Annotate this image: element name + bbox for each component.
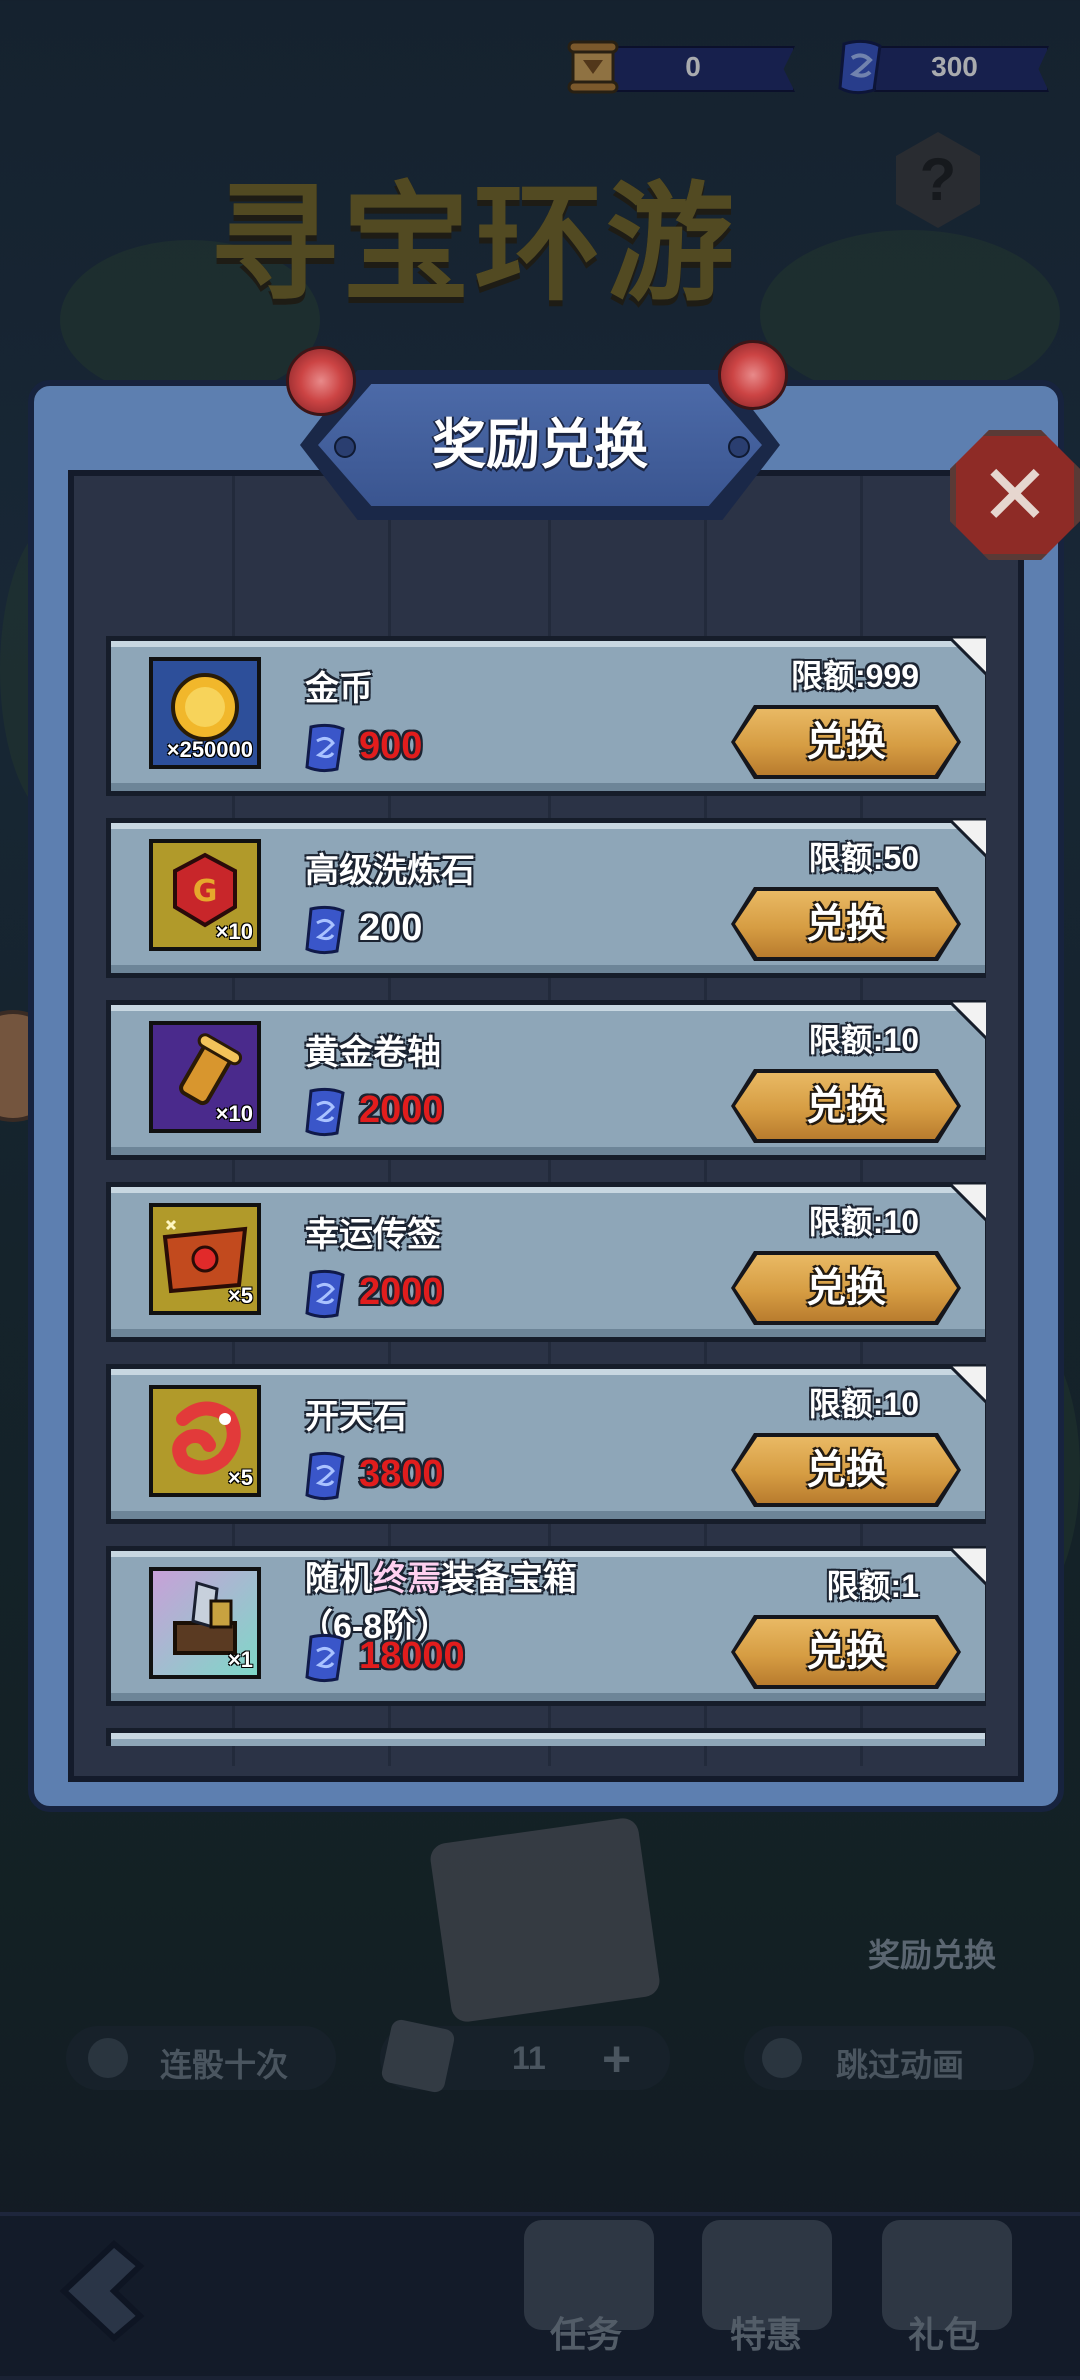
corner-flag-icon [949,1183,986,1223]
exchange-button-label: 兑换 [806,720,886,764]
blue-scroll-icon [305,1633,345,1683]
row-shadow [111,1329,985,1337]
exchange-row: ×1 随机终焉装备宝箱 （6-8阶） 18000 限额:1 兑换 [106,1546,986,1706]
exchange-button-label: 兑换 [806,1448,886,1492]
blue-scroll-icon [305,1269,345,1319]
corner-flag-icon [949,819,986,859]
rose-decoration-icon [718,340,788,410]
row-shadow [111,1147,985,1155]
item-name: 随机终焉装备宝箱 [305,1551,577,1600]
exchange-row: ×5 幸运传签 2000 限额:10 兑换 [106,1182,986,1342]
item-price: 900 [359,725,423,767]
exchange-button[interactable]: 兑换 [731,1433,961,1507]
blue-scroll-icon [305,1087,345,1137]
exchange-button-label: 兑换 [806,1084,886,1128]
corner-flag-icon [949,1365,986,1405]
item-price: 18000 [359,1635,465,1677]
item-icon-frame[interactable]: ×250000 [149,657,261,769]
item-limit: 限额:10 [808,1022,919,1058]
item-name: 开天石 [305,1398,407,1436]
item-name: 幸运传签 [305,1216,441,1254]
exchange-button-label: 兑换 [806,1266,886,1310]
row-highlight [111,641,985,647]
row-shadow [111,783,985,791]
row-shadow [111,965,985,973]
row-highlight [111,1733,985,1739]
exchange-list[interactable]: ×250000 金币 900 限额:999 兑换 G ×10 高级洗炼石 200… [106,636,986,1746]
row-highlight [111,1369,985,1375]
item-icon-frame[interactable]: ×1 [149,1567,261,1679]
item-count: ×5 [227,1283,253,1308]
exchange-button[interactable]: 兑换 [731,887,961,961]
item-name-highlight: 终焉 [373,1560,441,1598]
row-shadow [111,1511,985,1519]
blue-scroll-icon [305,723,345,773]
close-icon[interactable]: ✕ [956,436,1074,554]
exchange-button[interactable]: 兑换 [731,705,961,779]
corner-flag-icon [949,637,986,677]
exchange-button-label: 兑换 [806,1630,886,1674]
item-limit: 限额:10 [808,1204,919,1240]
item-count: ×10 [215,1101,253,1126]
item-count: ×1 [227,1647,253,1672]
item-price: 3800 [359,1453,444,1495]
exchange-button[interactable]: 兑换 [731,1251,961,1325]
item-icon-frame[interactable]: ×10 [149,1021,261,1133]
item-name: 金币 [305,670,373,708]
exchange-row [106,1728,986,1746]
item-limit: 限额:10 [808,1386,919,1422]
close-button[interactable]: ✕ [950,430,1080,560]
row-highlight [111,1187,985,1193]
exchange-row: ×10 黄金卷轴 2000 限额:10 兑换 [106,1000,986,1160]
row-highlight [111,1005,985,1011]
item-count: ×5 [227,1465,253,1490]
item-limit: 限额:1 [826,1568,919,1604]
row-shadow [111,1693,985,1701]
exchange-row: ×250000 金币 900 限额:999 兑换 [106,636,986,796]
item-price: 2000 [359,1271,444,1313]
item-icon-frame[interactable]: ×5 [149,1385,261,1497]
item-name: 高级洗炼石 [305,852,475,890]
item-limit: 限额:50 [808,840,919,876]
item-icon-frame[interactable]: G ×10 [149,839,261,951]
item-name: 黄金卷轴 [305,1034,441,1072]
item-price: 2000 [359,1089,444,1131]
exchange-button-label: 兑换 [806,902,886,946]
item-price: 200 [359,907,423,949]
blue-scroll-icon [305,1451,345,1501]
item-name-part: 装备宝箱 [441,1560,577,1598]
item-count: ×10 [215,919,253,944]
svg-text:G: G [193,874,218,909]
blue-scroll-icon [305,905,345,955]
item-icon-frame[interactable]: ×5 [149,1203,261,1315]
exchange-row: G ×10 高级洗炼石 200 限额:50 兑换 [106,818,986,978]
item-name-part: 随机 [305,1560,373,1598]
rose-decoration-icon [286,346,356,416]
exchange-row: ×5 开天石 3800 限额:10 兑换 [106,1364,986,1524]
item-count: ×250000 [166,737,253,762]
exchange-button[interactable]: 兑换 [731,1615,961,1689]
row-highlight [111,823,985,829]
corner-flag-icon [949,1001,986,1041]
corner-flag-icon [949,1547,986,1587]
panel-title: 奖励兑换 [432,415,648,475]
item-limit: 限额:999 [790,658,919,694]
exchange-button[interactable]: 兑换 [731,1069,961,1143]
